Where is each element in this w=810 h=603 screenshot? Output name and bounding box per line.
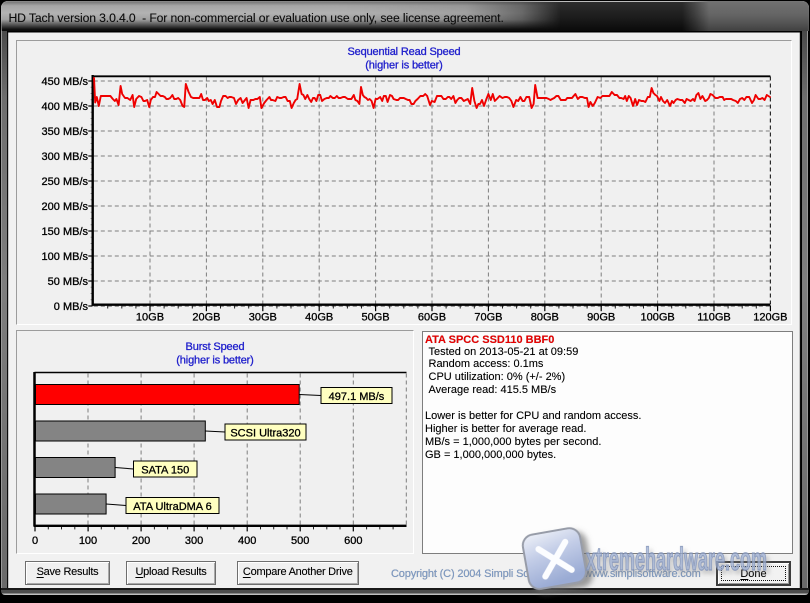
svg-text:xtremehardware.com: xtremehardware.com [586,541,767,577]
